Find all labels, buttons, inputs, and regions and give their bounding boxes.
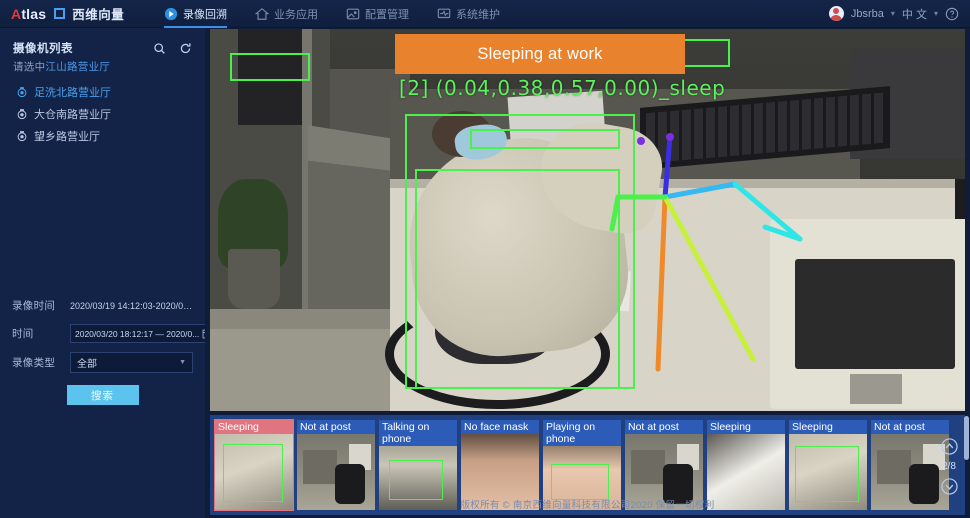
- sidebar-header: 摄像机列表: [0, 28, 205, 56]
- main-nav: 录像回溯 业务应用 配置管理 系统维护: [150, 0, 514, 28]
- chevron-down-icon[interactable]: ▾: [934, 9, 938, 18]
- detection-box-torso: [415, 169, 620, 389]
- thumbnail-label: No face mask: [461, 420, 539, 434]
- nav-item-recording-playback[interactable]: 录像回溯: [150, 0, 241, 28]
- page-indicator: 2/8: [942, 460, 956, 472]
- sidebar-subtitle-value: 江山路营业厅: [45, 61, 111, 73]
- help-circle-icon[interactable]: [945, 7, 959, 21]
- footer: 版权所有 © 南京西维向量科技有限公司2020 保留一切权利: [205, 490, 970, 518]
- header-right-controls: Jbsrba ▾ 中 文 ▾: [828, 6, 970, 22]
- record-type-select[interactable]: 全部 ▼: [70, 352, 193, 373]
- time-range-value: 2020/03/20 18:12:17 — 2020/0...: [75, 328, 200, 339]
- search-icon[interactable]: [153, 42, 166, 55]
- image-config-icon: [346, 8, 360, 19]
- system-monitor-icon: [437, 8, 451, 18]
- avatar[interactable]: [828, 6, 844, 21]
- camera-icon: [17, 109, 27, 120]
- language-selector[interactable]: 中 文: [902, 6, 927, 22]
- sidebar-item-camera-1[interactable]: 足洗北路营业厅: [0, 81, 205, 103]
- camera-label: 足洗北路营业厅: [34, 87, 111, 99]
- nav-label: 业务应用: [274, 8, 318, 21]
- thumbnail-label: Sleeping: [707, 420, 785, 434]
- record-type-row: 录像类型 全部 ▼: [12, 352, 193, 373]
- logo-text-en: Atlas: [11, 5, 47, 22]
- chevron-down-icon[interactable]: ▾: [891, 9, 895, 18]
- sidebar-subtitle-prefix: 请选中: [13, 61, 46, 73]
- scene-plant-pot: [228, 249, 280, 309]
- record-time-value: 2020/03/19 14:12:03-2020/03...: [70, 300, 193, 311]
- time-range-input[interactable]: 2020/03/20 18:12:17 — 2020/0...: [70, 324, 219, 343]
- time-label: 时间: [12, 328, 34, 340]
- video-player[interactable]: Sleeping at work [2] (0.04,0.38,0.57,0.0…: [210, 29, 965, 411]
- thumbnail-label: Sleeping: [215, 420, 293, 434]
- play-circle-icon: [164, 7, 178, 20]
- chevron-down-icon: ▼: [179, 359, 186, 366]
- camera-icon: [17, 131, 27, 142]
- scene-printer-panel: [850, 374, 902, 404]
- logo-text-cn: 西维向量: [72, 8, 125, 22]
- filter-form: 录像时间 2020/03/19 14:12:03-2020/03... 时间 2…: [0, 296, 219, 405]
- time-range-row: 时间 2020/03/20 18:12:17 — 2020/0...: [12, 324, 219, 343]
- sidebar-item-camera-3[interactable]: 望乡路营业厅: [0, 125, 205, 147]
- strip-scrollbar[interactable]: [964, 416, 969, 460]
- sidebar-item-camera-2[interactable]: 大仓南路营业厅: [0, 103, 205, 125]
- user-name[interactable]: Jbsrba: [851, 8, 884, 20]
- home-icon: [255, 7, 269, 20]
- thumbnail-label: Not at post: [297, 420, 375, 434]
- alert-banner: Sleeping at work: [395, 34, 685, 74]
- search-button[interactable]: 搜索: [66, 385, 139, 405]
- nav-label: 录像回溯: [183, 8, 227, 21]
- record-time-label: 录像时间: [12, 300, 56, 312]
- logo-square-icon: [54, 8, 66, 19]
- main-stage: Sleeping at work [2] (0.04,0.38,0.57,0.0…: [205, 28, 970, 518]
- nav-item-system-maintenance[interactable]: 系统维护: [423, 0, 514, 28]
- thumbnail-label: Playing on phone: [543, 420, 621, 446]
- camera-list: 足洗北路营业厅 大仓南路营业厅 望乡路营业厅: [0, 81, 205, 147]
- detection-box-secondary: [230, 53, 310, 81]
- sidebar-subtitle: 请选中江山路营业厅: [0, 56, 205, 74]
- scene-printer-lid: [795, 259, 955, 369]
- nav-label: 系统维护: [456, 8, 500, 21]
- copyright-text: 版权所有 © 南京西维向量科技有限公司2020 保留一切权利: [460, 500, 715, 511]
- app-header: Atlas 西维向量 录像回溯 业务应用 配置管理 系统维护 Jbsrba ▾ …: [0, 0, 970, 28]
- thumbnail-label: Sleeping: [789, 420, 867, 434]
- nav-item-config-management[interactable]: 配置管理: [332, 0, 423, 28]
- record-type-label: 录像类型: [12, 357, 56, 369]
- nav-label: 配置管理: [365, 8, 409, 21]
- sidebar-title: 摄像机列表: [13, 43, 73, 55]
- thumbnail-label: Not at post: [871, 420, 949, 434]
- camera-label: 大仓南路营业厅: [34, 109, 111, 121]
- camera-label: 望乡路营业厅: [34, 131, 100, 143]
- nav-item-business-app[interactable]: 业务应用: [241, 0, 332, 28]
- sidebar: 摄像机列表 请选中江山路营业厅 足洗北路营业厅 大仓南路营业厅 望乡路营业厅 录…: [0, 28, 219, 518]
- detection-label-text: [2] (0.04,0.38,0.57,0.00)_sleep: [399, 76, 726, 100]
- thumbnail-label: Talking on phone: [379, 420, 457, 446]
- record-time-row: 录像时间 2020/03/19 14:12:03-2020/03...: [12, 296, 193, 315]
- chevron-up-circle-icon[interactable]: [940, 437, 958, 455]
- record-type-value: 全部: [77, 359, 97, 370]
- app-logo: Atlas 西维向量: [0, 4, 140, 23]
- thumbnail-label: Not at post: [625, 420, 703, 434]
- refresh-icon[interactable]: [179, 42, 192, 55]
- camera-icon: [17, 87, 27, 98]
